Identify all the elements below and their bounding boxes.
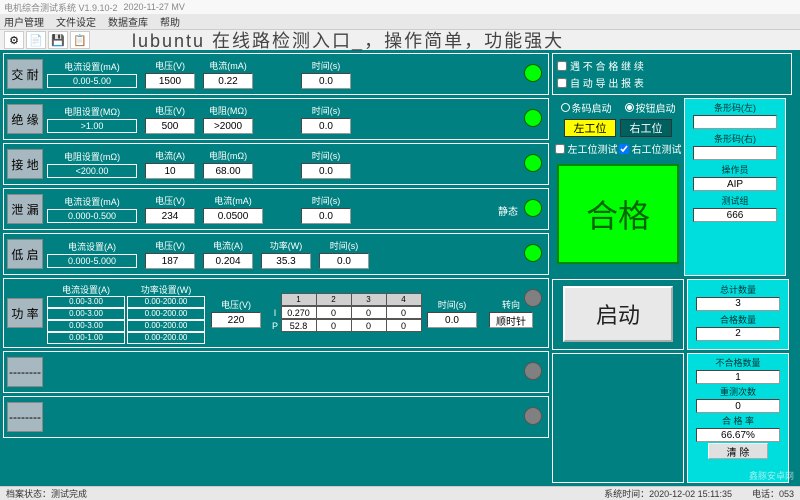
lower-panel: 启动 总计数量3 合格数量2: [552, 279, 792, 351]
volt-field[interactable]: 1500: [145, 73, 195, 89]
row-empty1: --------: [3, 351, 549, 393]
status-dot: [524, 407, 542, 425]
start-button[interactable]: 启动: [563, 286, 673, 342]
banner: lubuntu 在线路检测入口_，操作简单，功能强大: [132, 27, 564, 53]
menu-user[interactable]: 用户管理: [4, 14, 44, 29]
status-dot: [524, 289, 542, 307]
cat-jueyuan[interactable]: 绝 缘: [7, 104, 43, 134]
side-panel-mid: 总计数量3 合格数量2: [687, 279, 789, 351]
side-panel-top: 条形码(左) 条形码(右) 操作员AIP 测试组666: [684, 98, 786, 276]
doc-icon[interactable]: 📄: [26, 31, 46, 49]
cur-field: 0.22: [203, 73, 253, 89]
cat-diqi[interactable]: 低 启: [7, 239, 43, 269]
row-xielou: 泄 漏 电流设置(mA)0.000-0.500 电压(V)234 电流(mA)0…: [3, 188, 549, 230]
titlebar: 电机综合测试系统 V1.9.10-2 2020-11-27 MV: [0, 0, 800, 14]
save-icon[interactable]: 💾: [48, 31, 68, 49]
clear-button[interactable]: 清 除: [708, 443, 768, 459]
row-gonglv: 功 率 电流设置(A)功率设置(W) 0.00-3.000.00-200.00 …: [3, 278, 549, 348]
row-jiedi: 接 地 电阻设置(mΩ)<200.00 电流(A)10 电阻(mΩ)68.00 …: [3, 143, 549, 185]
static-label: 静态: [498, 203, 518, 218]
set-label: 电流设置(mA): [64, 60, 120, 73]
station-right[interactable]: 右工位: [620, 119, 672, 137]
left-column: 交 耐 电流设置(mA)0.00-5.00 电压(V)1500 电流(mA)0.…: [3, 53, 549, 483]
test-group[interactable]: 666: [693, 208, 777, 222]
bottom-panel: 不合格数量1 重测次数0 合 格 率66.67% 清 除: [552, 353, 792, 483]
status-dot: [524, 109, 542, 127]
cat-jiedi[interactable]: 接 地: [7, 149, 43, 179]
status-dot: [524, 64, 542, 82]
sys-time: 系统时间：2020-12-02 15:11:35: [604, 487, 732, 500]
doc-status: 档案状态：测试完成: [6, 487, 87, 500]
chk-export[interactable]: [557, 78, 567, 88]
operator[interactable]: AIP: [693, 177, 777, 191]
set-value[interactable]: 0.00-5.00: [47, 74, 137, 88]
side-panel-bottom: 不合格数量1 重测次数0 合 格 率66.67% 清 除: [687, 353, 789, 483]
toolbar: ⚙ 📄 💾 📋 lubuntu 在线路检测入口_，操作简单，功能强大: [0, 30, 800, 50]
station-left[interactable]: 左工位: [564, 119, 616, 137]
status-dot: [524, 362, 542, 380]
result-display: 合格: [557, 164, 679, 264]
chk-left-test[interactable]: [555, 144, 565, 154]
mid-panel: 条码启动 按钮启动 左工位 右工位 左工位测试 右工位测试 合格 条形码(左) …: [552, 98, 792, 276]
menu-file[interactable]: 文件设定: [56, 14, 96, 29]
chk-continue[interactable]: [557, 61, 567, 71]
watermark: 鑫豚安卓网: [749, 469, 794, 482]
status-dot: [524, 244, 542, 262]
record-icon[interactable]: 📋: [70, 31, 90, 49]
cat-jiaonai[interactable]: 交 耐: [7, 59, 43, 89]
cat-xielou[interactable]: 泄 漏: [7, 194, 43, 224]
row-empty2: --------: [3, 396, 549, 438]
time-field: 0.0: [301, 73, 351, 89]
row-jueyuan: 绝 缘 电阻设置(MΩ)>1.00 电压(V)500 电阻(MΩ)>2000 时…: [3, 98, 549, 140]
barcode-left[interactable]: [693, 115, 777, 129]
app-title: 电机综合测试系统 V1.9.10-2: [4, 1, 118, 14]
row-jiaonai: 交 耐 电流设置(mA)0.00-5.00 电压(V)1500 电流(mA)0.…: [3, 53, 549, 95]
barcode-right[interactable]: [693, 146, 777, 160]
cat-gonglv[interactable]: 功 率: [7, 298, 43, 328]
status-bar: 档案状态：测试完成 系统时间：2020-12-02 15:11:35 电话：05…: [0, 486, 800, 500]
row-diqi: 低 启 电流设置(A)0.000-5.000 电压(V)187 电流(A)0.2…: [3, 233, 549, 275]
power-table: 1234 I0.270000 P52.8000: [269, 294, 421, 333]
right-column: 遇 不 合 格 继 续 自 动 导 出 报 表 条码启动 按钮启动 左工位 右工…: [552, 53, 792, 483]
settings-icon[interactable]: ⚙: [4, 31, 24, 49]
main-area: 交 耐 电流设置(mA)0.00-5.00 电压(V)1500 电流(mA)0.…: [0, 50, 800, 486]
status-dot: [524, 154, 542, 172]
radio-button[interactable]: 按钮启动: [625, 100, 676, 115]
file-date: 2020-11-27 MV: [124, 2, 185, 12]
options-panel: 遇 不 合 格 继 续 自 动 导 出 报 表: [552, 53, 792, 95]
chk-right-test[interactable]: [619, 144, 629, 154]
status-dot: [524, 199, 542, 217]
radio-barcode[interactable]: 条码启动: [561, 100, 612, 115]
tel: 电话：053: [752, 487, 794, 500]
